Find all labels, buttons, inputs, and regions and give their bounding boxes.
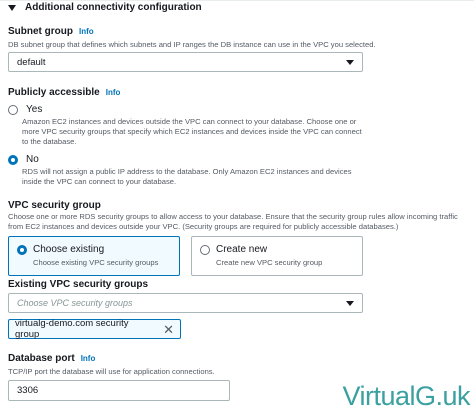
security-group-token-label: virtualg-demo.com security group (15, 318, 129, 340)
existing-groups-label: Existing VPC security groups (8, 279, 149, 290)
dropdown-arrow-icon (346, 59, 354, 65)
radio-yes[interactable]: Yes (8, 104, 42, 115)
publicly-accessible-label-row: Publicly accessible Info (8, 87, 120, 98)
caret-down-icon (8, 4, 16, 11)
tile-choose-existing-title: Choose existing (33, 244, 105, 255)
vpc-security-group-description: Choose one or more RDS security groups t… (8, 212, 458, 231)
subnet-group-select[interactable]: default (8, 52, 363, 72)
dropdown-arrow-icon (346, 300, 354, 306)
tile-create-new-radio[interactable] (200, 245, 210, 255)
database-port-label: Database port (8, 353, 75, 364)
section-title: Additional connectivity configuration (25, 2, 202, 13)
tile-choose-existing-description: Choose existing VPC security groups (33, 258, 159, 267)
database-port-description: TCP/IP port the database will use for ap… (8, 367, 215, 376)
subnet-group-description: DB subnet group that defines which subne… (8, 40, 376, 49)
radio-no-label: No (26, 154, 39, 165)
database-port-info-link[interactable]: Info (81, 354, 96, 363)
subnet-group-value: default (17, 56, 46, 68)
tile-create-new-title: Create new (216, 244, 268, 255)
tile-choose-existing-radio[interactable] (17, 245, 27, 255)
connectivity-config-panel: Additional connectivity configuration Su… (0, 0, 474, 412)
radio-no-circle[interactable] (8, 154, 18, 165)
watermark-logo: VirtualG.uk (342, 381, 470, 411)
radio-yes-description: Amazon EC2 instances and devices outside… (22, 117, 362, 146)
existing-groups-multiselect[interactable]: Choose VPC security groups (8, 293, 363, 313)
radio-no-description: RDS will not assign a public IP address … (22, 167, 352, 186)
tile-create-new[interactable]: Create new Create new VPC security group (191, 236, 363, 276)
security-group-token: virtualg-demo.com security group ✕ (8, 318, 181, 340)
database-port-input[interactable]: 3306 (8, 380, 230, 401)
section-toggle[interactable]: Additional connectivity configuration (8, 2, 202, 13)
divider (0, 0, 474, 1)
radio-no[interactable]: No (8, 154, 39, 165)
publicly-accessible-info-link[interactable]: Info (106, 88, 121, 97)
subnet-group-label: Subnet group (8, 26, 73, 37)
existing-groups-placeholder: Choose VPC security groups (17, 298, 133, 308)
radio-yes-circle[interactable] (8, 104, 18, 115)
tile-choose-existing[interactable]: Choose existing Choose existing VPC secu… (8, 236, 180, 276)
subnet-group-label-row: Subnet group Info (8, 26, 94, 37)
subnet-group-info-link[interactable]: Info (79, 27, 94, 36)
tile-create-new-description: Create new VPC security group (216, 258, 323, 267)
remove-token-icon[interactable]: ✕ (163, 323, 174, 336)
radio-yes-label: Yes (26, 104, 43, 115)
publicly-accessible-label: Publicly accessible (8, 87, 100, 98)
database-port-value: 3306 (17, 385, 39, 396)
vpc-security-group-label: VPC security group (8, 200, 101, 211)
database-port-label-row: Database port Info (8, 353, 95, 364)
